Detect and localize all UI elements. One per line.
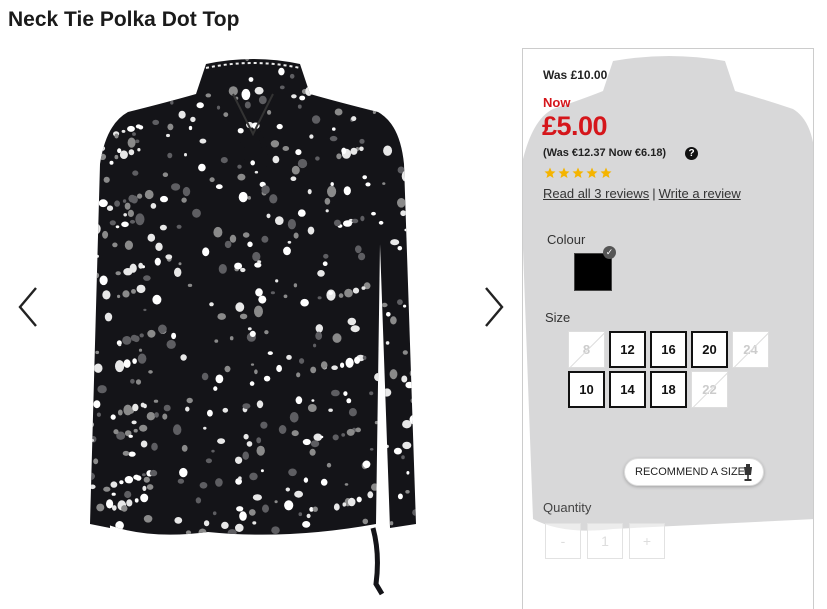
chevron-right-icon[interactable] — [478, 282, 508, 332]
size-option-24: 24 — [732, 331, 769, 368]
reviews-links: Read all 3 reviews | Write a review — [543, 186, 741, 201]
colour-label: Colour — [547, 232, 586, 247]
star-icon — [544, 167, 556, 178]
size-option-18[interactable]: 18 — [650, 371, 687, 408]
read-reviews-link[interactable]: Read all 3 reviews — [543, 186, 649, 201]
rating-stars — [544, 167, 612, 179]
quantity-increase-button[interactable]: + — [629, 523, 665, 559]
chevron-left-icon[interactable] — [14, 282, 44, 332]
size-option-20[interactable]: 20 — [691, 331, 728, 368]
mannequin-icon — [744, 464, 752, 481]
was-price: Was £10.00 — [543, 68, 608, 82]
now-label: Now — [543, 95, 571, 110]
size-option-10[interactable]: 10 — [568, 371, 605, 408]
size-label: Size — [545, 310, 571, 325]
write-review-link[interactable]: Write a review — [659, 186, 741, 201]
product-details-panel: Was £10.00 Now £5.00 (Was €12.37 Now €6.… — [522, 48, 814, 609]
colour-swatch-black[interactable] — [574, 253, 612, 291]
size-option-12[interactable]: 12 — [609, 331, 646, 368]
product-title: Neck Tie Polka Dot Top — [8, 8, 240, 31]
size-option-22: 22 — [691, 371, 728, 408]
star-icon — [586, 167, 598, 178]
star-icon — [558, 167, 570, 178]
product-gallery — [0, 48, 520, 609]
help-icon[interactable]: ? — [685, 147, 698, 160]
star-icon — [572, 167, 584, 178]
recommend-size-label: RECOMMEND A SIZE — [635, 466, 746, 478]
size-option-16[interactable]: 16 — [650, 331, 687, 368]
product-image — [90, 59, 416, 596]
star-icon — [600, 167, 612, 178]
recommend-size-button[interactable]: RECOMMEND A SIZE — [624, 458, 764, 486]
check-icon: ✓ — [603, 246, 616, 259]
reviews-separator: | — [652, 186, 656, 201]
euro-price: (Was €12.37 Now €6.18) — [543, 147, 667, 159]
quantity-input[interactable]: 1 — [587, 523, 623, 559]
quantity-decrease-button[interactable]: - — [545, 523, 581, 559]
quantity-label: Quantity — [543, 500, 592, 515]
size-option-8: 8 — [568, 331, 605, 368]
size-option-14[interactable]: 14 — [609, 371, 646, 408]
now-price: £5.00 — [542, 111, 608, 141]
